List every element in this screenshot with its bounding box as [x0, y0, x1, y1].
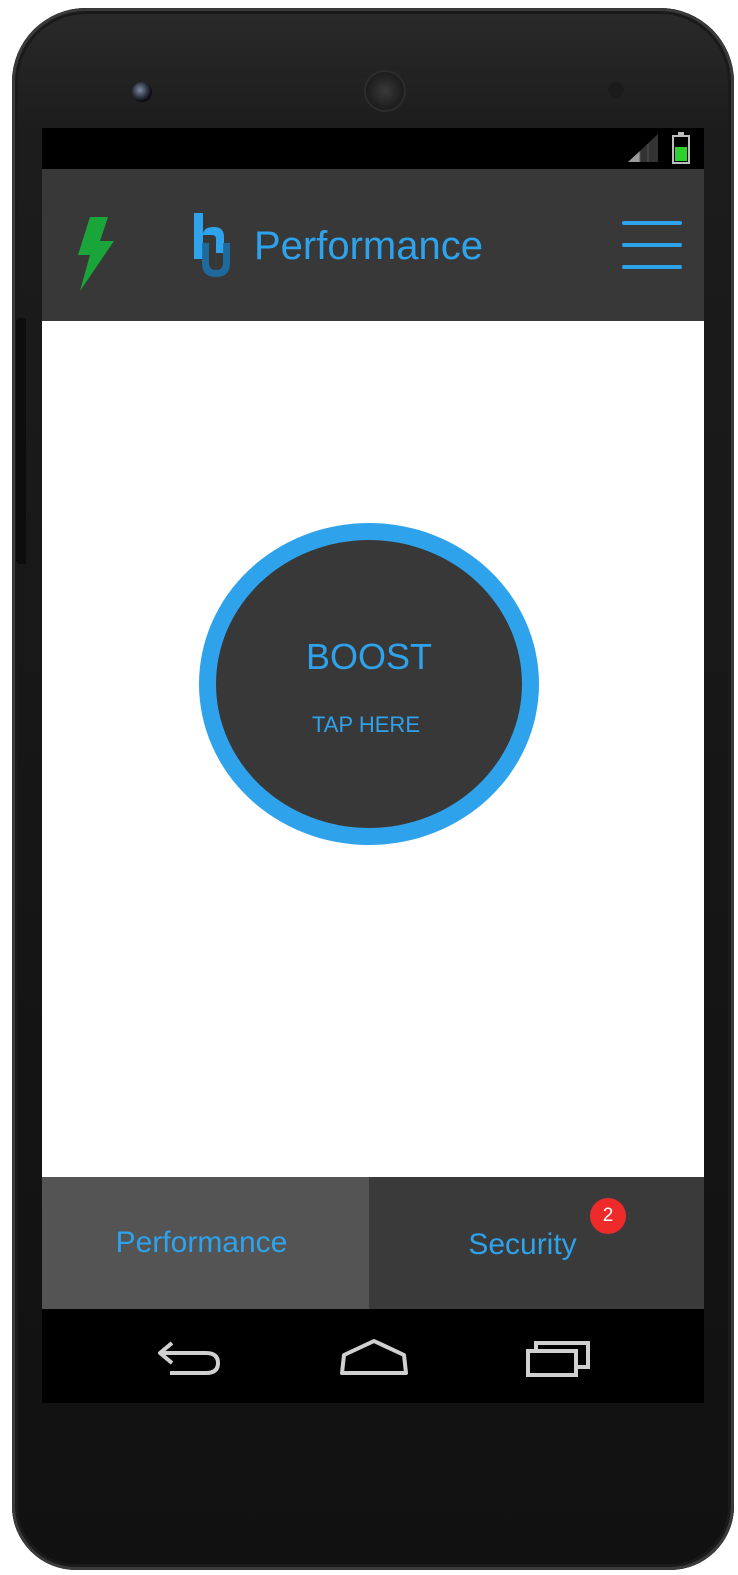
- system-nav-bar: [42, 1309, 704, 1403]
- recent-apps-icon[interactable]: [518, 1333, 598, 1381]
- home-icon[interactable]: [334, 1333, 414, 1381]
- front-camera: [132, 82, 152, 102]
- tab-performance[interactable]: Performance: [42, 1177, 369, 1309]
- app-header: Performance: [42, 169, 704, 321]
- tab-performance-label: Performance: [115, 1226, 288, 1259]
- app-logo-icon: [194, 213, 230, 277]
- menu-line-icon: [622, 243, 682, 247]
- status-bar: [42, 128, 704, 169]
- main-content: BOOST TAP HERE: [42, 321, 704, 1177]
- notification-badge: 2: [590, 1198, 626, 1234]
- menu-line-icon: [622, 221, 682, 225]
- proximity-sensor: [608, 82, 624, 98]
- boost-sublabel: TAP HERE: [312, 712, 420, 737]
- hamburger-menu-button[interactable]: [622, 221, 682, 269]
- battery-icon: [672, 132, 690, 164]
- app-title: Performance: [254, 224, 483, 268]
- tab-security[interactable]: Security 2: [369, 1177, 704, 1309]
- boost-label: BOOST: [305, 636, 433, 677]
- signal-strength-icon: [628, 134, 658, 162]
- lightning-bolt-icon[interactable]: [76, 217, 116, 291]
- menu-line-icon: [622, 265, 682, 269]
- screen: Performance BOOST TAP HERE Performance S…: [42, 128, 704, 1403]
- boost-button[interactable]: BOOST TAP HERE: [199, 523, 539, 845]
- side-button: [16, 318, 26, 564]
- earpiece-speaker: [366, 72, 404, 110]
- tab-security-label: Security: [468, 1228, 577, 1261]
- bottom-tab-bar: Performance Security 2: [42, 1177, 704, 1309]
- back-icon[interactable]: [150, 1333, 230, 1381]
